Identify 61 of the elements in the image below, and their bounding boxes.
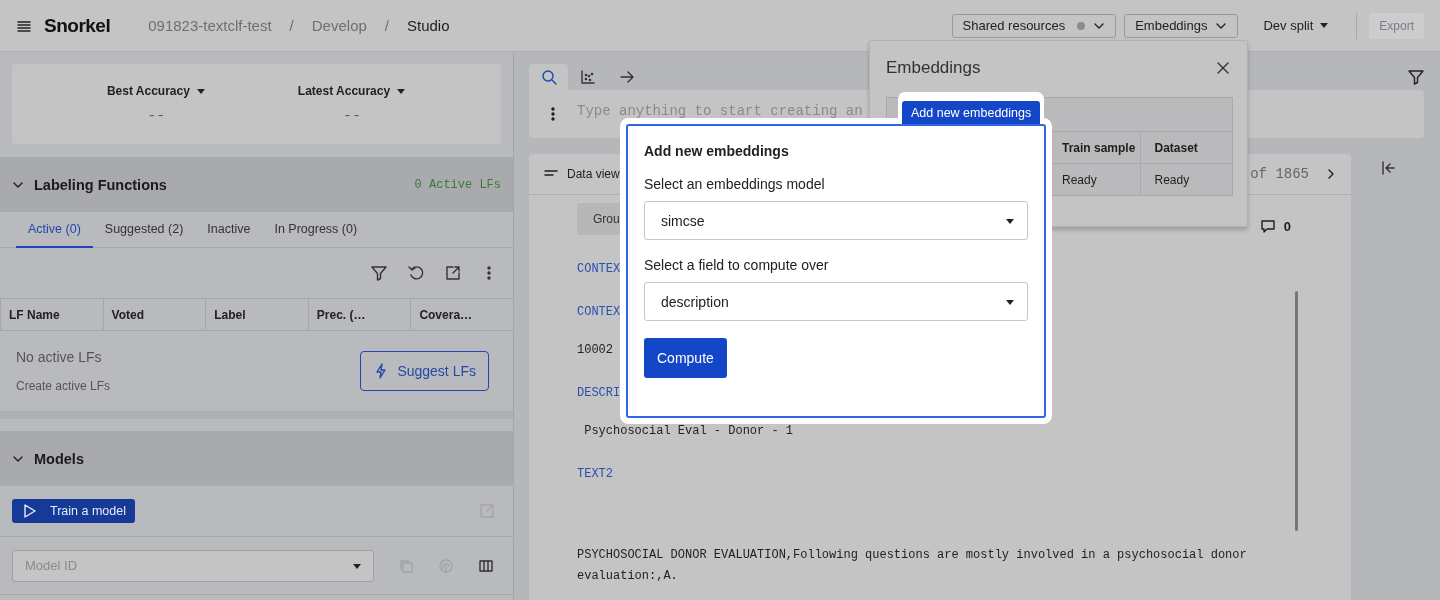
column-header: Dataset — [1140, 131, 1233, 164]
field-value: Psychosocial Eval - Donor - 1 — [583, 423, 794, 440]
column-header: LF Name — [0, 298, 104, 331]
filter-icon[interactable] — [370, 264, 388, 282]
data-view-label: Data view — [567, 167, 620, 181]
field-label: Select an embeddings model — [644, 176, 826, 192]
comment-icon[interactable] — [1259, 218, 1276, 234]
search-icon — [540, 69, 557, 85]
panel-title: Embeddings — [886, 58, 981, 78]
popover-title: Add new embeddings — [644, 143, 790, 159]
pager-text: of 1865 — [1250, 166, 1309, 182]
field-label: Select a field to compute over — [644, 257, 830, 273]
play-icon — [22, 503, 38, 519]
close-icon — [1215, 60, 1231, 76]
dropdown-button[interactable]: Shared resources — [951, 13, 1117, 38]
filter-icon[interactable] — [1407, 68, 1425, 86]
metric-value: -- — [147, 107, 166, 125]
tab[interactable]: In Progress (0) — [262, 212, 370, 248]
model-select[interactable]: Model ID — [12, 549, 374, 582]
metric-value: -- — [342, 107, 361, 125]
train-button[interactable]: Train a model — [12, 499, 135, 523]
active-count: 0 Active LFs — [414, 177, 501, 192]
column-header: Voted — [103, 298, 206, 331]
comment-count: 0 — [1283, 218, 1291, 234]
scrollbar[interactable] — [1295, 291, 1298, 531]
column-header: Covera… — [410, 298, 514, 331]
external-link-icon[interactable] — [444, 264, 462, 282]
columns-icon[interactable] — [478, 557, 494, 574]
model-select[interactable]: simcse — [644, 201, 1028, 240]
section-title: Labeling Functions — [34, 176, 167, 193]
tab[interactable]: Active (0) — [16, 212, 93, 248]
field-value: PSYCHOSOCIAL DONOR EVALUATION,Following questions are mostly involved in a psychosocial donor evaluation:,A. — [577, 547, 1248, 585]
field-select[interactable]: description — [644, 282, 1028, 321]
table-cell: Ready — [1140, 163, 1233, 196]
empty-hint: Create active LFs — [16, 379, 111, 393]
suggest-button[interactable]: Suggest LFs — [360, 351, 489, 391]
empty-title: No active LFs — [16, 349, 103, 365]
compute-button[interactable]: Compute — [644, 338, 727, 378]
field-name: CONTEX — [577, 304, 621, 321]
breadcrumb-separator: / — [289, 17, 294, 34]
breadcrumb-separator: / — [384, 17, 389, 34]
breadcrumb-current: Studio — [407, 17, 450, 34]
tab[interactable]: Suggested (2) — [92, 212, 196, 248]
metric-selector[interactable]: Best Accuracy — [106, 83, 206, 98]
field-name: TEXT2 — [577, 466, 613, 483]
column-header: Label — [205, 298, 309, 331]
tool-tab[interactable] — [529, 64, 568, 90]
undo-icon[interactable] — [407, 264, 425, 282]
close-button[interactable] — [1215, 60, 1231, 76]
field-name: DESCRI — [577, 385, 621, 402]
arrow-right-icon — [618, 69, 635, 85]
field-value: 10002 — [577, 342, 613, 359]
collapse-icon[interactable] — [1379, 160, 1396, 176]
field-name: CONTEX — [577, 261, 621, 278]
dropdown-button[interactable]: Embeddings — [1124, 13, 1239, 38]
metric-selector[interactable]: Latest Accuracy — [297, 83, 407, 98]
column-header: Prec. (… — [308, 298, 411, 331]
logo: Snorkel — [44, 14, 111, 37]
tab[interactable]: Inactive — [195, 212, 263, 248]
section-title: Models — [34, 450, 84, 467]
scatter-plot-icon — [579, 69, 596, 85]
